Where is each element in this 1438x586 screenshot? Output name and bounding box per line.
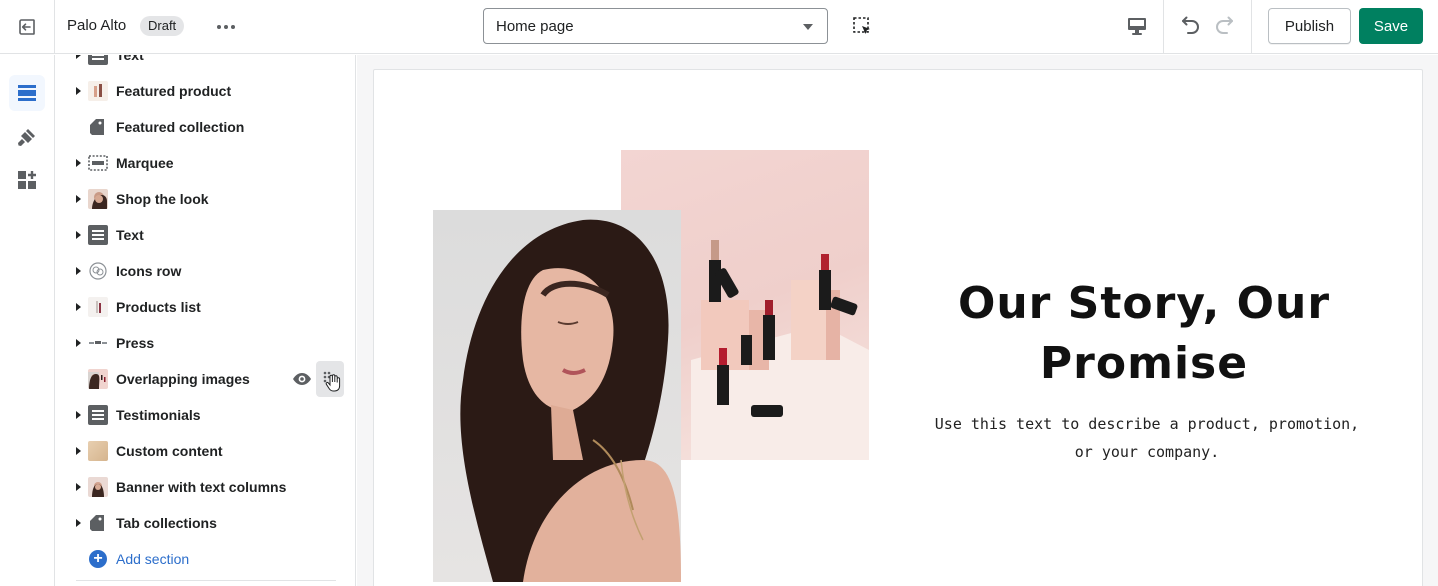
- toolbar-divider: [1251, 0, 1252, 54]
- expand-caret-icon[interactable]: [76, 87, 81, 95]
- top-bar: Palo Alto Draft Home page Publish Save: [0, 0, 1438, 54]
- expand-caret-icon[interactable]: [76, 339, 81, 347]
- section-row-press[interactable]: Press: [56, 325, 355, 361]
- expand-caret-icon[interactable]: [76, 231, 81, 239]
- save-button[interactable]: Save: [1359, 8, 1423, 44]
- shop-the-look-icon: [88, 189, 108, 209]
- add-section-label: Add section: [116, 551, 190, 567]
- section-label: Testimonials: [116, 407, 201, 423]
- redo-icon[interactable]: [1213, 13, 1239, 39]
- section-row-icons-row[interactable]: Icons row: [56, 253, 355, 289]
- icons-row-icon: [88, 261, 108, 281]
- section-row-featured-product[interactable]: Featured product: [56, 73, 355, 109]
- section-label: Products list: [116, 299, 201, 315]
- section-label: Icons row: [116, 263, 182, 279]
- custom-content-icon: [88, 441, 108, 461]
- text-icon: [88, 405, 108, 425]
- expand-caret-icon[interactable]: [76, 159, 81, 167]
- section-label: Marquee: [116, 155, 174, 171]
- model-portrait-image[interactable]: [433, 210, 681, 582]
- expand-caret-icon[interactable]: [76, 483, 81, 491]
- section-label: Press: [116, 335, 155, 351]
- section-label: Text: [116, 227, 144, 243]
- chevron-down-icon: [803, 24, 813, 30]
- desktop-view-button[interactable]: [1124, 13, 1150, 39]
- expand-caret-icon[interactable]: [76, 411, 81, 419]
- more-dot-icon: [224, 25, 228, 29]
- more-actions-button[interactable]: [212, 13, 240, 41]
- collection-tag-icon: [88, 117, 108, 137]
- section-row-featured-collection[interactable]: Featured collection: [56, 109, 355, 145]
- section-row-banner-with-text-columns[interactable]: Banner with text columns: [56, 469, 355, 505]
- status-badge: Draft: [140, 16, 185, 36]
- expand-caret-icon[interactable]: [76, 55, 81, 59]
- rail-sections-button[interactable]: [9, 75, 45, 111]
- plus-circle-icon: +: [89, 550, 107, 568]
- section-row-shop-the-look[interactable]: Shop the look: [56, 181, 355, 217]
- section-row-text[interactable]: Text: [56, 55, 355, 73]
- collection-tag-icon: [88, 513, 108, 533]
- toolbar-divider: [1163, 0, 1164, 54]
- portrait-illustration: [460, 219, 681, 582]
- eye-icon[interactable]: [292, 370, 312, 388]
- section-body-text[interactable]: Use this text to describe a product, pro…: [922, 410, 1372, 466]
- inspector-select-icon[interactable]: [850, 14, 874, 38]
- section-label: Featured collection: [116, 119, 245, 135]
- section-label: Custom content: [116, 443, 223, 459]
- more-dot-icon: [217, 25, 221, 29]
- brush-icon: [18, 129, 35, 146]
- section-row-marquee[interactable]: Marquee: [56, 145, 355, 181]
- page-selector[interactable]: Home page: [483, 8, 828, 44]
- theme-preview: Our Story, Our Promise Use this text to …: [357, 55, 1438, 586]
- rail-theme-settings-button[interactable]: [9, 119, 45, 155]
- sidebar-divider: [76, 580, 336, 581]
- exit-icon: [19, 19, 35, 35]
- section-label: Banner with text columns: [116, 479, 287, 495]
- apps-icon: [18, 171, 36, 189]
- section-label: Overlapping images: [116, 371, 250, 387]
- grab-hand-icon: [323, 371, 341, 392]
- section-row-custom-content[interactable]: Custom content: [56, 433, 355, 469]
- featured-product-icon: [88, 81, 108, 101]
- overlapping-images-section[interactable]: Our Story, Our Promise Use this text to …: [373, 69, 1423, 586]
- section-label: Text: [116, 55, 144, 63]
- products-list-icon: [88, 297, 108, 317]
- overlapping-images-icon: [88, 369, 108, 389]
- section-row-overlapping-images[interactable]: Overlapping images: [56, 361, 355, 397]
- banner-icon: [88, 477, 108, 497]
- expand-caret-icon[interactable]: [76, 195, 81, 203]
- section-label: Featured product: [116, 83, 232, 99]
- expand-caret-icon[interactable]: [76, 303, 81, 311]
- page-selector-value: Home page: [496, 18, 574, 35]
- section-row-tab-collections[interactable]: Tab collections: [56, 505, 355, 541]
- sections-sidebar: Text Featured product Featured collectio…: [56, 55, 356, 586]
- section-heading[interactable]: Our Story, Our Promise: [934, 274, 1354, 394]
- section-label: Tab collections: [116, 515, 217, 531]
- expand-caret-icon[interactable]: [76, 447, 81, 455]
- desktop-icon: [1128, 18, 1146, 35]
- expand-caret-icon[interactable]: [76, 519, 81, 527]
- text-icon: [88, 55, 108, 65]
- undo-icon[interactable]: [1176, 13, 1202, 39]
- exit-button[interactable]: [0, 0, 55, 54]
- section-row-text[interactable]: Text: [56, 217, 355, 253]
- section-label: Shop the look: [116, 191, 209, 207]
- store-name: Palo Alto: [67, 17, 127, 34]
- publish-button[interactable]: Publish: [1268, 8, 1351, 44]
- press-icon: [88, 333, 108, 353]
- editor-rail: [0, 55, 55, 586]
- text-icon: [88, 225, 108, 245]
- drag-handle[interactable]: [316, 361, 344, 397]
- section-row-testimonials[interactable]: Testimonials: [56, 397, 355, 433]
- expand-caret-icon[interactable]: [76, 267, 81, 275]
- rail-apps-button[interactable]: [9, 162, 45, 198]
- add-section-button[interactable]: + Add section: [56, 541, 355, 577]
- sections-icon: [18, 85, 36, 101]
- more-dot-icon: [231, 25, 235, 29]
- marquee-icon: [88, 153, 108, 173]
- section-row-products-list[interactable]: Products list: [56, 289, 355, 325]
